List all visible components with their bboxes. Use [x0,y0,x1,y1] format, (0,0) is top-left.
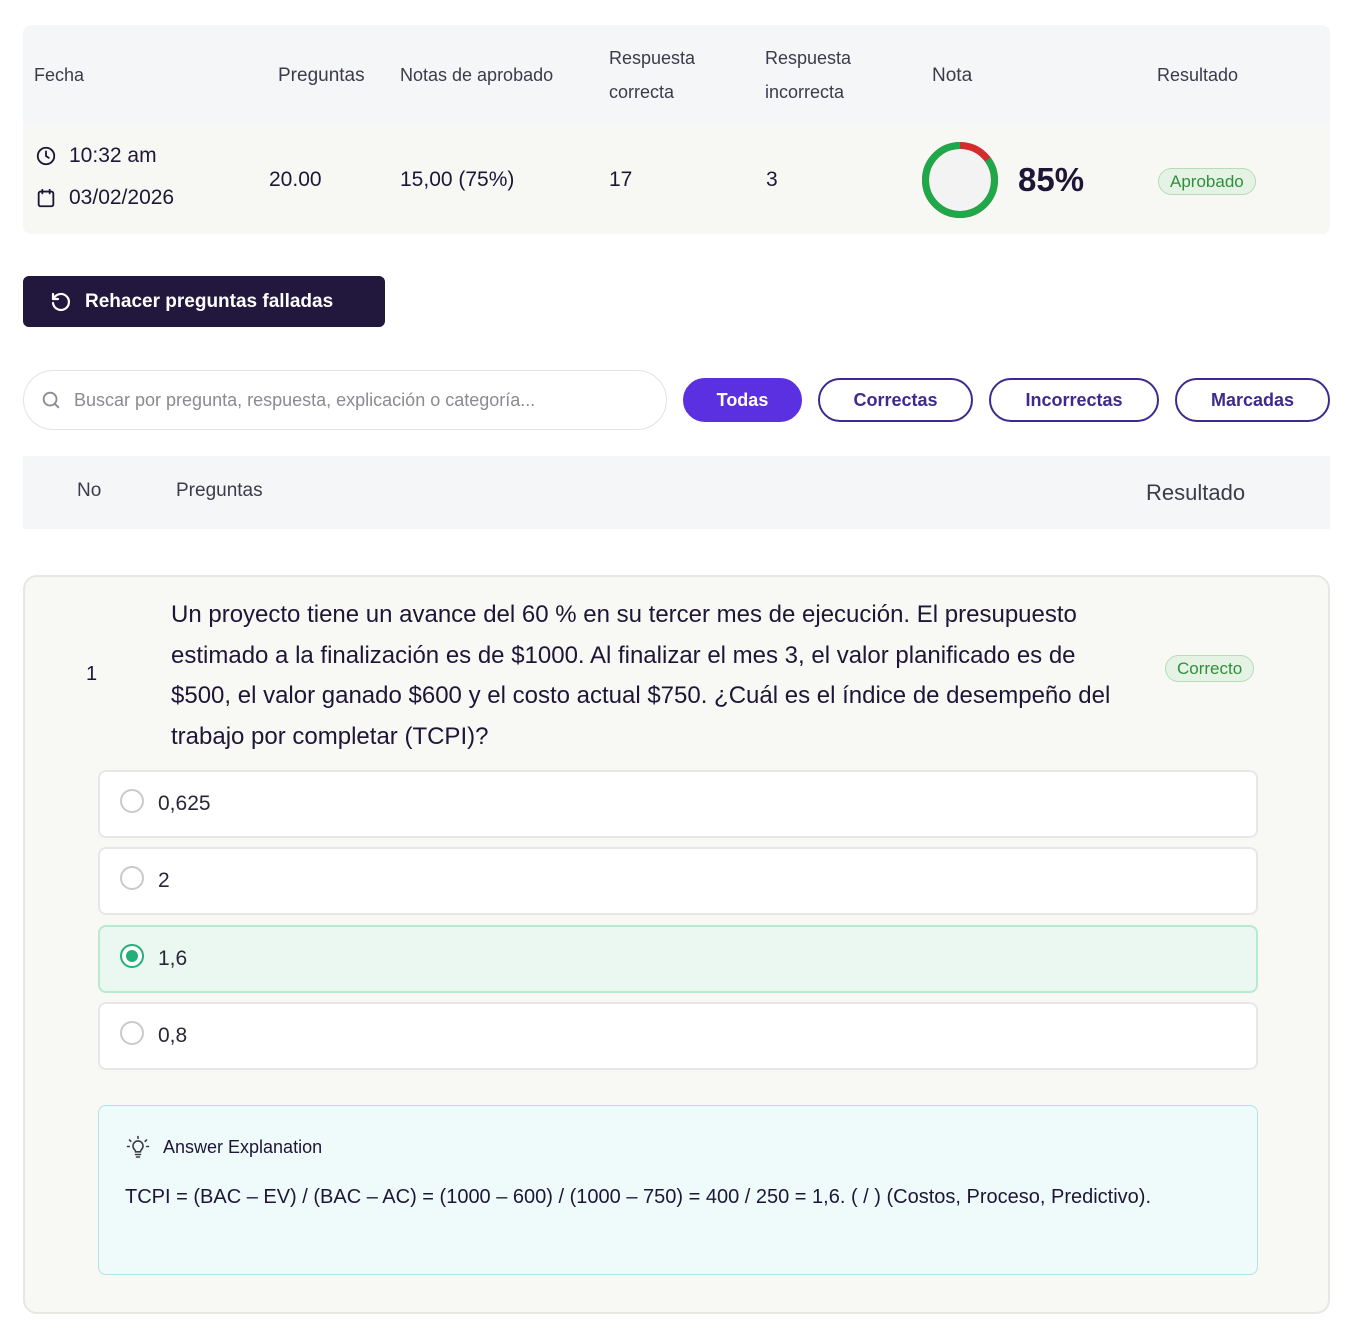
header-resultado: Resultado [1157,65,1239,85]
answer-option-2[interactable]: 2 [98,847,1258,915]
header-nota: Nota [932,65,973,86]
explanation-text: TCPI = (BAC – EV) / (BAC – AC) = (1000 –… [125,1186,1152,1208]
explanation-title-text: Answer Explanation [163,1136,323,1157]
clock-icon [36,146,56,166]
header-respuesta-incorrecta-line1: Respuesta [765,48,852,68]
score-percent: 85% [1018,161,1085,198]
header-respuesta-correcta-line2: correcta [609,82,675,102]
search-icon [42,391,60,409]
date-value: 03/02/2026 [69,186,175,209]
header-notas-aprobado: Notas de aprobado [400,65,554,85]
answer-option-label: 0,8 [158,1024,188,1047]
header-no: No [77,480,102,501]
radio-button[interactable] [120,789,144,813]
time-value: 10:32 am [69,144,157,167]
result-badge-aprobado: Aprobado [1158,168,1256,195]
summary-data-row: 10:32 am 03/02/2026 20.00 15,00 (75%) 17… [23,125,1330,234]
header-preguntas-list: Preguntas [176,480,263,501]
answer-option-3-selected[interactable]: 1,6 [98,925,1258,993]
calendar-icon [37,188,55,208]
answer-explanation-box: Answer Explanation TCPI = (BAC – EV) / (… [98,1105,1258,1275]
filter-correctas-button[interactable]: Correctas [818,378,973,422]
redo-button-label: Rehacer preguntas falladas [85,290,334,312]
answer-option-1[interactable]: 0,625 [98,770,1258,838]
explanation-title: Answer Explanation [125,1134,322,1160]
answer-option-label: 1,6 [158,947,188,970]
attempt-time: 10:32 am [35,144,157,168]
notas-aprobado-value: 15,00 (75%) [400,168,515,191]
questions-table-header: No Preguntas Resultado [23,456,1330,529]
correctas-value: 17 [609,168,633,191]
header-resultado-list: Resultado [1146,480,1246,505]
header-fecha: Fecha [34,65,85,85]
preguntas-value: 20.00 [269,168,322,191]
search-box[interactable] [23,370,667,430]
filter-marcadas-button[interactable]: Marcadas [1175,378,1330,422]
answer-option-label: 0,625 [158,792,211,815]
question-result-badge: Correcto [1165,655,1255,682]
header-respuesta-incorrecta-line2: incorrecta [765,82,845,102]
question-card: 1 Un proyecto tiene un avance del 60 % e… [23,575,1330,1314]
answer-option-4[interactable]: 0,8 [98,1002,1258,1070]
summary-header-row: Fecha Preguntas Notas de aprobado Respue… [23,25,1330,125]
filter-incorrectas-button[interactable]: Incorrectas [989,378,1159,422]
radio-button[interactable] [120,866,144,890]
radio-button[interactable] [120,1021,144,1045]
search-input[interactable] [74,389,634,411]
question-number: 1 [86,663,98,685]
score-donut-chart [922,142,998,218]
question-text: Un proyecto tiene un avance del 60 % en … [171,601,1111,750]
redo-icon [51,292,70,311]
lightbulb-icon [126,1135,150,1158]
incorrectas-value: 3 [766,168,778,191]
results-summary-table: Fecha Preguntas Notas de aprobado Respue… [23,25,1330,234]
attempt-date: 03/02/2026 [35,186,174,210]
radio-button-checked[interactable] [120,944,144,968]
redo-failed-questions-button[interactable]: Rehacer preguntas falladas [23,276,385,327]
header-preguntas: Preguntas [278,65,365,86]
answer-option-label: 2 [158,869,170,892]
filter-todas-button[interactable]: Todas [683,378,802,422]
header-respuesta-correcta-line1: Respuesta [609,48,696,68]
